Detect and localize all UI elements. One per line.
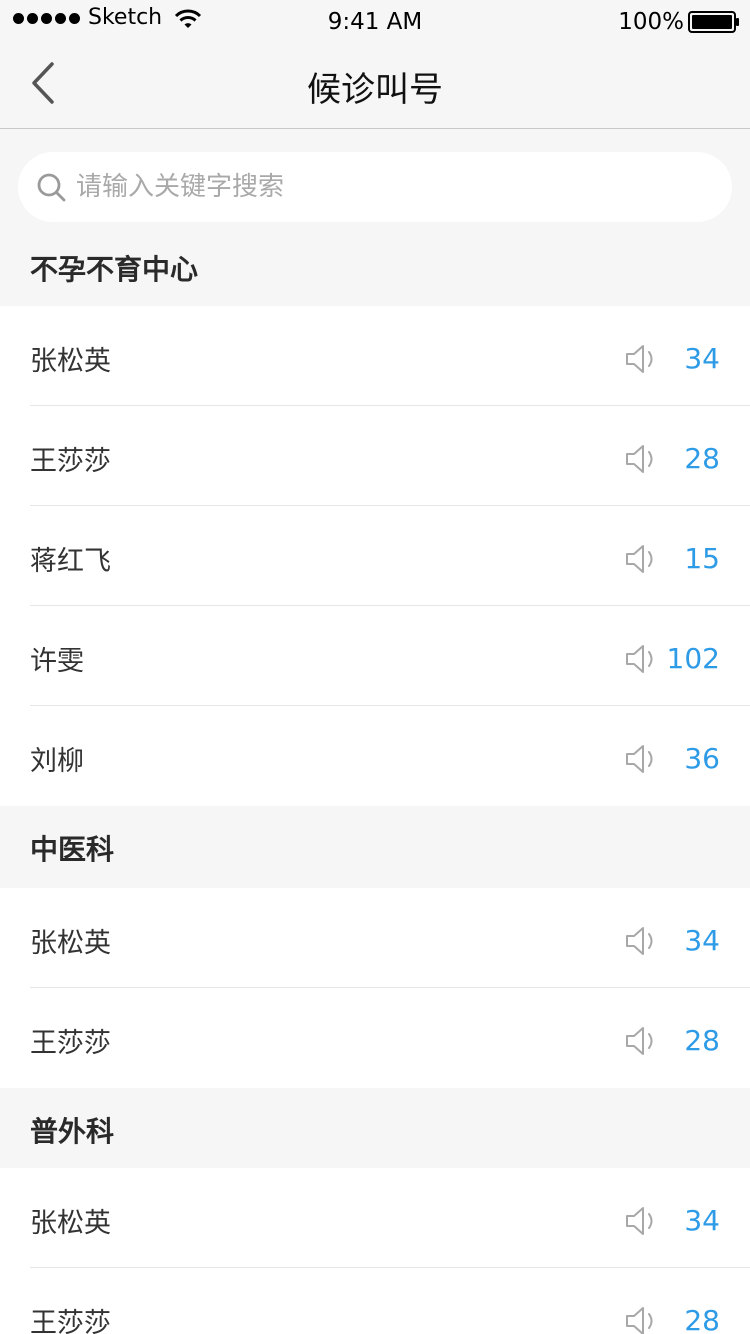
patient-name: 蒋红飞	[30, 546, 111, 577]
list-item[interactable]: 王莎莎 28	[0, 1268, 750, 1334]
list-item[interactable]: 蒋红飞 15	[0, 506, 750, 606]
queue-number: 34	[684, 1204, 720, 1237]
page-title: 候诊叫号	[307, 70, 443, 110]
section-title: 普外科	[30, 1115, 115, 1148]
section-title: 中医科	[30, 833, 115, 866]
queue-number: 28	[684, 1024, 720, 1057]
battery-percentage: 100%	[618, 9, 684, 35]
search-input[interactable]	[76, 152, 696, 222]
queue-number: 34	[684, 342, 720, 375]
queue-number: 15	[684, 542, 720, 575]
section-header: 普外科	[0, 1088, 750, 1168]
speaker-icon[interactable]	[624, 743, 658, 775]
patient-name: 张松英	[30, 1208, 111, 1239]
patient-name: 王莎莎	[30, 1308, 111, 1334]
speaker-icon[interactable]	[624, 443, 658, 475]
speaker-icon[interactable]	[624, 1025, 658, 1057]
speaker-icon[interactable]	[624, 643, 658, 675]
speaker-icon[interactable]	[624, 343, 658, 375]
search-icon	[37, 173, 66, 202]
queue-number: 28	[684, 442, 720, 475]
patient-name: 刘柳	[30, 746, 84, 777]
patient-name: 许雯	[30, 646, 84, 677]
section-title: 不孕不育中心	[30, 253, 199, 286]
navigation-bar: 候诊叫号	[0, 40, 750, 129]
section-header: 不孕不育中心	[0, 226, 750, 306]
status-bar: Sketch 9:41 AM 100%	[0, 0, 750, 40]
patient-list: 张松英 34 王莎莎 28	[0, 1168, 750, 1334]
queue-number: 102	[666, 642, 720, 675]
speaker-icon[interactable]	[624, 1305, 658, 1334]
speaker-icon[interactable]	[624, 925, 658, 957]
patient-name: 张松英	[30, 346, 111, 377]
patient-name: 王莎莎	[30, 1028, 111, 1059]
patient-list: 张松英 34 王莎莎 28 蒋红飞 15 许雯 102 刘柳 36	[0, 306, 750, 806]
speaker-icon[interactable]	[624, 1205, 658, 1237]
list-item[interactable]: 许雯 102	[0, 606, 750, 706]
patient-name: 张松英	[30, 928, 111, 959]
queue-number: 36	[684, 742, 720, 775]
queue-number: 34	[684, 924, 720, 957]
list-item[interactable]: 刘柳 36	[0, 706, 750, 806]
search-bar[interactable]	[18, 152, 732, 222]
list-item[interactable]: 张松英 34	[0, 888, 750, 988]
patient-name: 王莎莎	[30, 446, 111, 477]
section-header: 中医科	[0, 806, 750, 886]
queue-number: 28	[684, 1304, 720, 1334]
list-item[interactable]: 王莎莎 28	[0, 406, 750, 506]
speaker-icon[interactable]	[624, 543, 658, 575]
list-item[interactable]: 王莎莎 28	[0, 988, 750, 1088]
battery-icon	[688, 11, 739, 33]
patient-list: 张松英 34 王莎莎 28	[0, 888, 750, 1088]
list-item[interactable]: 张松英 34	[0, 1168, 750, 1268]
list-item[interactable]: 张松英 34	[0, 306, 750, 406]
